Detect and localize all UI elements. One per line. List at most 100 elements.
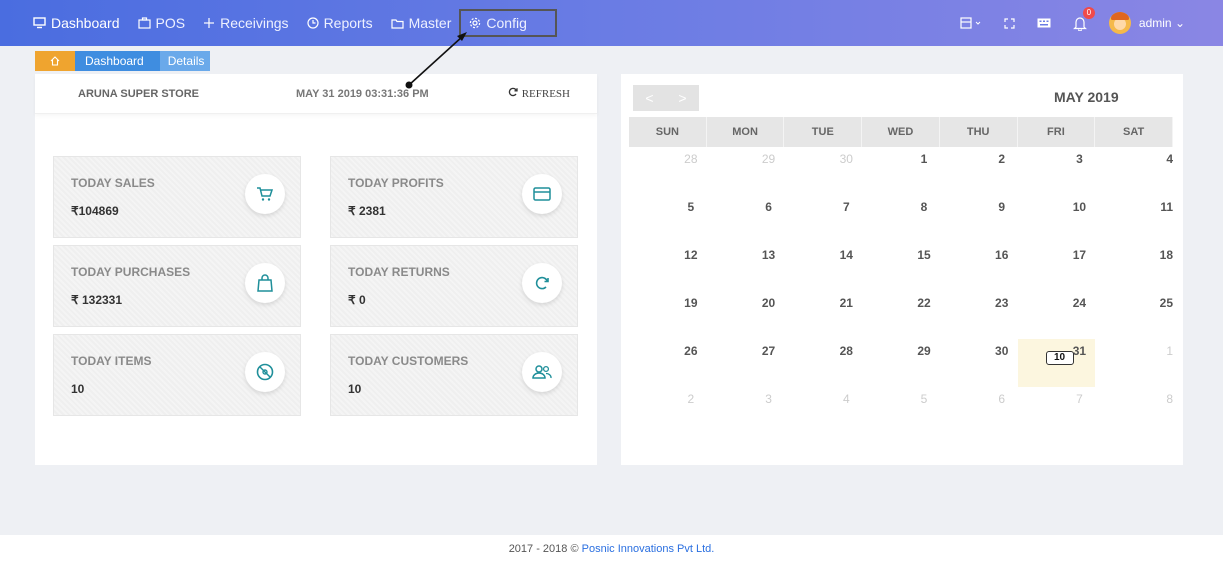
weekday-thu: THU <box>940 117 1018 147</box>
fullscreen-icon[interactable] <box>1004 17 1015 29</box>
event-count-badge[interactable]: 10 <box>1045 351 1074 365</box>
card-value: ₹ 2381 <box>348 204 386 218</box>
calendar-day-number: 30 <box>995 344 1009 358</box>
today-returns-card: TODAY RETURNS ₹ 0 <box>330 245 578 327</box>
today-customers-card: TODAY CUSTOMERS 10 <box>330 334 578 416</box>
calendar-day-number: 7 <box>1076 392 1083 406</box>
calendar-day[interactable]: 29 <box>862 339 940 387</box>
calendar-day[interactable]: 5 <box>862 387 940 435</box>
prev-month-button[interactable]: < <box>645 90 653 106</box>
current-datetime: MAY 31 2019 03:31:36 PM <box>296 87 429 100</box>
weekday-sun: SUN <box>629 117 707 147</box>
today-items-card: TODAY ITEMS 10 <box>53 334 301 416</box>
nav-pos[interactable]: POS <box>137 8 185 38</box>
calendar-day-number: 5 <box>920 392 928 406</box>
bell-icon[interactable]: 0 <box>1072 6 1095 31</box>
top-navbar: Dashboard POS Receivings Reports Master <box>0 0 1223 46</box>
user-menu[interactable]: admin ⌄ <box>1139 16 1185 30</box>
summary-header: ARUNA SUPER STORE MAY 31 2019 03:31:36 P… <box>35 74 597 114</box>
calendar-day[interactable]: 3 <box>707 387 785 435</box>
card-title: TODAY PURCHASES <box>71 265 191 279</box>
monitor-icon <box>33 17 46 29</box>
home-icon <box>50 55 60 69</box>
footer-copyright: 2017 - 2018 © <box>508 543 582 555</box>
calendar-day-number: 15 <box>917 248 931 262</box>
calendar-day[interactable]: 13 <box>707 243 785 291</box>
calendar-day[interactable]: 3 <box>1018 147 1096 195</box>
calendar-day[interactable]: 18 <box>1095 243 1173 291</box>
calendar-day[interactable]: 20 <box>707 291 785 339</box>
calendar-day[interactable]: 30 <box>784 147 862 195</box>
today-sales-card: TODAY SALES ₹104869 <box>53 156 301 238</box>
keyboard-icon[interactable] <box>1037 18 1051 28</box>
calendar-day[interactable]: 28 <box>784 339 862 387</box>
calendar-day[interactable]: 2 <box>940 147 1018 195</box>
calendar-day[interactable]: 25 <box>1095 291 1173 339</box>
calendar-day[interactable]: 5 <box>629 195 707 243</box>
calendar-day-number: 4 <box>1166 152 1173 166</box>
calendar-day[interactable]: 29 <box>707 147 785 195</box>
calendar-day[interactable]: 8 <box>862 195 940 243</box>
calendar-day-number: 29 <box>917 344 931 358</box>
nav-config-label: Config <box>486 15 527 31</box>
breadcrumb-dashboard[interactable]: Dashboard <box>75 51 160 71</box>
calendar-day-number: 28 <box>839 344 853 358</box>
calendar-day-number: 3 <box>765 392 772 406</box>
calendar-day[interactable]: 1 <box>1095 339 1173 387</box>
calendar-day[interactable]: 10 <box>1018 195 1096 243</box>
disc-icon <box>245 352 285 392</box>
calendar-day-number: 12 <box>684 248 698 262</box>
calendar-day[interactable]: 30 <box>940 339 1018 387</box>
calendar-day[interactable]: 8 <box>1095 387 1173 435</box>
calendar-day[interactable]: 22 <box>862 291 940 339</box>
calendar-day[interactable]: 19 <box>629 291 707 339</box>
user-name: admin <box>1138 16 1172 30</box>
calendar-day-number: 18 <box>1159 248 1173 262</box>
calendar-day-number: 20 <box>761 296 776 310</box>
footer-company-link[interactable]: Posnic Innovations Pvt Ltd. <box>582 543 715 555</box>
calendar-day[interactable]: 27 <box>707 339 785 387</box>
calendar-day[interactable]: 6 <box>707 195 785 243</box>
calendar-day[interactable]: 4 <box>784 387 862 435</box>
calendar-day[interactable]: 24 <box>1018 291 1096 339</box>
calendar-day[interactable]: 23 <box>940 291 1018 339</box>
refresh-button[interactable]: REFRESH <box>508 87 570 100</box>
avatar[interactable] <box>1108 12 1131 34</box>
calendar-day[interactable]: 7 <box>1018 387 1096 435</box>
breadcrumb-home[interactable] <box>35 51 75 71</box>
calendar-day[interactable]: 14 <box>784 243 862 291</box>
calendar-day[interactable]: 17 <box>1018 243 1096 291</box>
nav-receivings[interactable]: Receivings <box>203 8 289 38</box>
calendar-day[interactable]: 1 <box>862 147 940 195</box>
calendar-day-number: 17 <box>1072 248 1087 262</box>
calendar-day[interactable]: 15 <box>862 243 940 291</box>
nav-reports[interactable]: Reports <box>306 8 373 38</box>
store-select-icon[interactable] <box>960 17 982 29</box>
calendar-day[interactable]: 9 <box>940 195 1018 243</box>
calendar-day[interactable]: 7 <box>784 195 862 243</box>
nav-config[interactable]: Config <box>459 9 557 37</box>
calendar-day[interactable]: 12 <box>629 243 707 291</box>
nav-master[interactable]: Master <box>390 8 451 38</box>
calendar-day[interactable]: 16 <box>940 243 1018 291</box>
next-month-button[interactable]: > <box>678 90 686 106</box>
calendar-day[interactable]: 28 <box>629 147 707 195</box>
users-icon <box>522 352 562 392</box>
card-value: 10 <box>71 382 85 396</box>
calendar-day-number: 2 <box>998 152 1006 166</box>
calendar-day-number: 3 <box>1076 152 1083 166</box>
calendar-day-today[interactable]: 31 10 <box>1017 339 1096 387</box>
calendar-day[interactable]: 6 <box>940 387 1018 435</box>
calendar-day[interactable]: 26 <box>629 339 707 387</box>
card-value: ₹ 132331 <box>71 293 123 307</box>
calendar-day-number: 1 <box>920 152 928 166</box>
calendar-day[interactable]: 11 <box>1095 195 1173 243</box>
calendar-title: MAY 2019 <box>1054 89 1119 105</box>
plus-icon <box>203 17 215 29</box>
calendar-day[interactable]: 2 <box>629 387 707 435</box>
nav-dashboard[interactable]: Dashboard <box>33 8 120 38</box>
calendar-day-number: 30 <box>839 152 853 166</box>
calendar-day[interactable]: 4 <box>1095 147 1173 195</box>
store-name: ARUNA SUPER STORE <box>78 87 200 100</box>
calendar-day[interactable]: 21 <box>784 291 862 339</box>
